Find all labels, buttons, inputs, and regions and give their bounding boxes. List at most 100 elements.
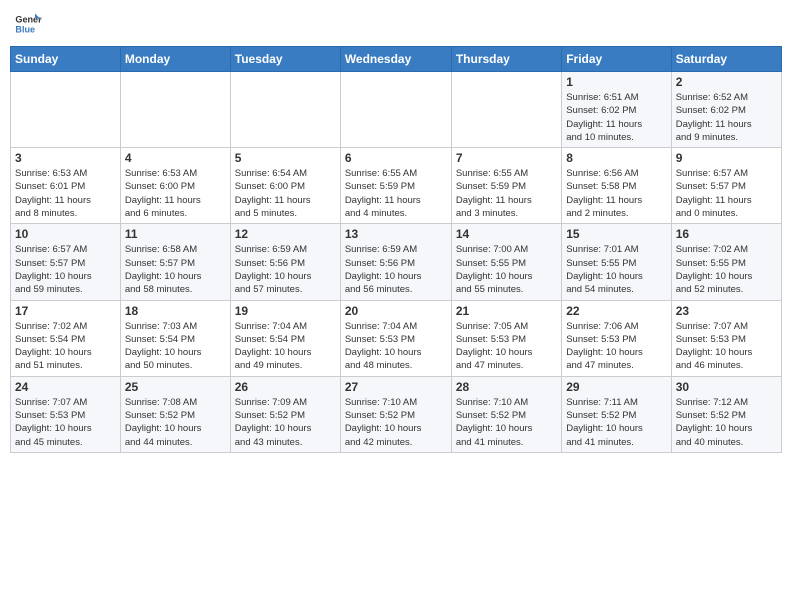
- day-number: 6: [345, 151, 447, 165]
- day-info: Sunrise: 7:06 AM Sunset: 5:53 PM Dayligh…: [566, 320, 666, 373]
- calendar-cell: 25Sunrise: 7:08 AM Sunset: 5:52 PM Dayli…: [120, 376, 230, 452]
- day-info: Sunrise: 7:10 AM Sunset: 5:52 PM Dayligh…: [345, 396, 447, 449]
- day-info: Sunrise: 6:56 AM Sunset: 5:58 PM Dayligh…: [566, 167, 666, 220]
- calendar-cell: 28Sunrise: 7:10 AM Sunset: 5:52 PM Dayli…: [451, 376, 561, 452]
- header-sunday: Sunday: [11, 47, 121, 72]
- day-number: 1: [566, 75, 666, 89]
- calendar-cell: 7 Sunrise: 6:55 AM Sunset: 5:59 PM Daylig…: [451, 148, 561, 224]
- day-info: Sunrise: 7:02 AM Sunset: 5:55 PM Dayligh…: [676, 243, 777, 296]
- day-info: Sunrise: 7:01 AM Sunset: 5:55 PM Dayligh…: [566, 243, 666, 296]
- day-number: 15: [566, 227, 666, 241]
- calendar-cell: 9 Sunrise: 6:57 AM Sunset: 5:57 PM Daylig…: [671, 148, 781, 224]
- day-info: Sunrise: 6:58 AM Sunset: 5:57 PM Dayligh…: [125, 243, 226, 296]
- calendar-cell: 4 Sunrise: 6:53 AM Sunset: 6:00 PM Daylig…: [120, 148, 230, 224]
- day-info: Sunrise: 7:07 AM Sunset: 5:53 PM Dayligh…: [676, 320, 777, 373]
- calendar-cell: 6 Sunrise: 6:55 AM Sunset: 5:59 PM Daylig…: [340, 148, 451, 224]
- day-number: 9: [676, 151, 777, 165]
- calendar-week-3: 10 Sunrise: 6:57 AM Sunset: 5:57 PM Dayli…: [11, 224, 782, 300]
- svg-text:Blue: Blue: [15, 24, 35, 34]
- day-number: 19: [235, 304, 336, 318]
- calendar-cell: 24 Sunrise: 7:07 AM Sunset: 5:53 PM Dayli…: [11, 376, 121, 452]
- day-info: Sunrise: 6:57 AM Sunset: 5:57 PM Dayligh…: [676, 167, 777, 220]
- header-row: Sunday Monday Tuesday Wednesday Thursday…: [11, 47, 782, 72]
- day-number: 13: [345, 227, 447, 241]
- logo-icon: General Blue: [14, 10, 42, 38]
- day-number: 17: [15, 304, 116, 318]
- day-info: Sunrise: 7:02 AM Sunset: 5:54 PM Dayligh…: [15, 320, 116, 373]
- calendar-cell: [451, 72, 561, 148]
- day-number: 21: [456, 304, 557, 318]
- day-number: 25: [125, 380, 226, 394]
- day-number: 22: [566, 304, 666, 318]
- day-number: 8: [566, 151, 666, 165]
- header-monday: Monday: [120, 47, 230, 72]
- calendar-cell: 12 Sunrise: 6:59 AM Sunset: 5:56 PM Dayli…: [230, 224, 340, 300]
- day-info: Sunrise: 7:05 AM Sunset: 5:53 PM Dayligh…: [456, 320, 557, 373]
- calendar-cell: 20 Sunrise: 7:04 AM Sunset: 5:53 PM Dayli…: [340, 300, 451, 376]
- day-info: Sunrise: 6:59 AM Sunset: 5:56 PM Dayligh…: [345, 243, 447, 296]
- calendar-cell: 17 Sunrise: 7:02 AM Sunset: 5:54 PM Dayli…: [11, 300, 121, 376]
- day-number: 24: [15, 380, 116, 394]
- header-tuesday: Tuesday: [230, 47, 340, 72]
- day-info: Sunrise: 6:53 AM Sunset: 6:01 PM Dayligh…: [15, 167, 116, 220]
- day-info: Sunrise: 6:54 AM Sunset: 6:00 PM Dayligh…: [235, 167, 336, 220]
- day-number: 2: [676, 75, 777, 89]
- header-wednesday: Wednesday: [340, 47, 451, 72]
- calendar-cell: [230, 72, 340, 148]
- calendar-cell: 11Sunrise: 6:58 AM Sunset: 5:57 PM Dayli…: [120, 224, 230, 300]
- header-saturday: Saturday: [671, 47, 781, 72]
- day-info: Sunrise: 7:12 AM Sunset: 5:52 PM Dayligh…: [676, 396, 777, 449]
- header-thursday: Thursday: [451, 47, 561, 72]
- page-header: General Blue: [10, 10, 782, 38]
- day-number: 20: [345, 304, 447, 318]
- calendar-cell: 14 Sunrise: 7:00 AM Sunset: 5:55 PM Dayli…: [451, 224, 561, 300]
- day-number: 28: [456, 380, 557, 394]
- day-number: 7: [456, 151, 557, 165]
- calendar-cell: 3 Sunrise: 6:53 AM Sunset: 6:01 PM Daylig…: [11, 148, 121, 224]
- day-info: Sunrise: 6:57 AM Sunset: 5:57 PM Dayligh…: [15, 243, 116, 296]
- day-info: Sunrise: 7:00 AM Sunset: 5:55 PM Dayligh…: [456, 243, 557, 296]
- day-info: Sunrise: 6:55 AM Sunset: 5:59 PM Dayligh…: [345, 167, 447, 220]
- day-number: 10: [15, 227, 116, 241]
- calendar-cell: 22 Sunrise: 7:06 AM Sunset: 5:53 PM Dayli…: [562, 300, 671, 376]
- day-info: Sunrise: 7:03 AM Sunset: 5:54 PM Dayligh…: [125, 320, 226, 373]
- calendar-cell: 21 Sunrise: 7:05 AM Sunset: 5:53 PM Dayli…: [451, 300, 561, 376]
- calendar-cell: 15 Sunrise: 7:01 AM Sunset: 5:55 PM Dayli…: [562, 224, 671, 300]
- calendar-cell: 1Sunrise: 6:51 AM Sunset: 6:02 PM Daylig…: [562, 72, 671, 148]
- calendar-cell: 27 Sunrise: 7:10 AM Sunset: 5:52 PM Dayli…: [340, 376, 451, 452]
- calendar-cell: 30Sunrise: 7:12 AM Sunset: 5:52 PM Dayli…: [671, 376, 781, 452]
- day-info: Sunrise: 7:04 AM Sunset: 5:53 PM Dayligh…: [345, 320, 447, 373]
- day-number: 5: [235, 151, 336, 165]
- calendar-cell: [340, 72, 451, 148]
- day-number: 23: [676, 304, 777, 318]
- day-info: Sunrise: 7:09 AM Sunset: 5:52 PM Dayligh…: [235, 396, 336, 449]
- calendar-week-5: 24 Sunrise: 7:07 AM Sunset: 5:53 PM Dayli…: [11, 376, 782, 452]
- svg-text:General: General: [15, 15, 42, 25]
- day-info: Sunrise: 6:59 AM Sunset: 5:56 PM Dayligh…: [235, 243, 336, 296]
- calendar-header: Sunday Monday Tuesday Wednesday Thursday…: [11, 47, 782, 72]
- header-friday: Friday: [562, 47, 671, 72]
- calendar-cell: [11, 72, 121, 148]
- day-number: 27: [345, 380, 447, 394]
- day-number: 26: [235, 380, 336, 394]
- calendar-week-1: 1Sunrise: 6:51 AM Sunset: 6:02 PM Daylig…: [11, 72, 782, 148]
- calendar-week-2: 3 Sunrise: 6:53 AM Sunset: 6:01 PM Daylig…: [11, 148, 782, 224]
- calendar-cell: 16 Sunrise: 7:02 AM Sunset: 5:55 PM Dayli…: [671, 224, 781, 300]
- day-number: 4: [125, 151, 226, 165]
- day-info: Sunrise: 6:53 AM Sunset: 6:00 PM Dayligh…: [125, 167, 226, 220]
- day-info: Sunrise: 6:55 AM Sunset: 5:59 PM Dayligh…: [456, 167, 557, 220]
- calendar-cell: 10 Sunrise: 6:57 AM Sunset: 5:57 PM Dayli…: [11, 224, 121, 300]
- day-info: Sunrise: 7:07 AM Sunset: 5:53 PM Dayligh…: [15, 396, 116, 449]
- calendar-cell: 5 Sunrise: 6:54 AM Sunset: 6:00 PM Daylig…: [230, 148, 340, 224]
- calendar-cell: 13 Sunrise: 6:59 AM Sunset: 5:56 PM Dayli…: [340, 224, 451, 300]
- day-number: 18: [125, 304, 226, 318]
- day-number: 3: [15, 151, 116, 165]
- calendar-cell: 18 Sunrise: 7:03 AM Sunset: 5:54 PM Dayli…: [120, 300, 230, 376]
- day-info: Sunrise: 7:11 AM Sunset: 5:52 PM Dayligh…: [566, 396, 666, 449]
- day-number: 14: [456, 227, 557, 241]
- calendar-week-4: 17 Sunrise: 7:02 AM Sunset: 5:54 PM Dayli…: [11, 300, 782, 376]
- day-number: 16: [676, 227, 777, 241]
- calendar-cell: 8 Sunrise: 6:56 AM Sunset: 5:58 PM Daylig…: [562, 148, 671, 224]
- day-number: 12: [235, 227, 336, 241]
- calendar-cell: 19Sunrise: 7:04 AM Sunset: 5:54 PM Dayli…: [230, 300, 340, 376]
